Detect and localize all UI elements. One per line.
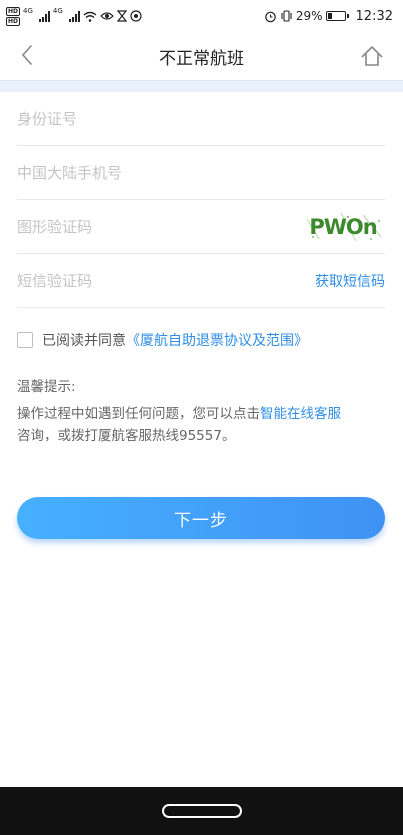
home-icon[interactable] [359,44,385,68]
get-sms-code-button[interactable]: 获取短信码 [315,271,385,291]
screen: HD HD 4G 4G 29% 12:32 不正常航班 身份证号 中国大陆手机号… [0,0,403,835]
clock: 12:32 [355,8,393,24]
back-arrow-icon[interactable] [16,40,40,70]
agreement-prefix: 已阅读并同意 [42,333,126,349]
status-right: 29% 12:32 [264,9,393,24]
captcha-row: 图形验证码 PWOn [17,200,385,254]
home-gesture-bar[interactable] [161,804,242,818]
tips-title: 温馨提示: [17,379,76,395]
hd-icon: HD HD [6,6,21,26]
tips-line2: 咨询，或拨打厦航客服热线95557。 [17,428,236,444]
vibrate-icon [281,10,292,22]
captcha-image[interactable]: PWOn [301,208,385,245]
sms-code-input[interactable]: 短信验证码 [17,270,92,291]
refund-form: 身份证号 中国大陆手机号 图形验证码 PWOn 短信验证码 获取短信码 [17,92,385,308]
next-button[interactable]: 下一步 [17,497,385,539]
page-title: 不正常航班 [159,48,244,69]
battery-percent: 29% [295,9,323,23]
agreement-checkbox[interactable] [17,332,33,348]
sms-code-row: 短信验证码 获取短信码 [17,254,385,308]
signal-icon-2 [68,10,80,22]
network-type-2: 4G [52,6,63,15]
phone-field[interactable]: 中国大陆手机号 [17,146,385,200]
nav-bar: 不正常航班 [0,32,403,80]
eye-icon [99,12,114,20]
id-number-placeholder: 身份证号 [17,110,78,128]
captcha-text: PWOn [309,215,376,239]
agreement-link[interactable]: 《厦航自助退票协议及范围》 [126,330,308,350]
signal-icon-1 [38,10,50,22]
online-service-link[interactable]: 智能在线客服 [260,406,341,422]
agreement-row: 已阅读并同意 《厦航自助退票协议及范围》 [17,330,308,350]
wifi-icon [83,11,97,22]
status-left: HD HD 4G 4G [6,6,142,26]
app-notification-icon [130,10,142,22]
captcha-input[interactable]: 图形验证码 [17,216,92,237]
alarm-icon [265,11,276,22]
nav-divider [0,80,403,92]
system-nav-bar [0,787,403,835]
network-type: 4G [23,6,33,15]
phone-placeholder: 中国大陆手机号 [17,164,123,182]
hourglass-icon [116,10,127,22]
tips-section: 温馨提示: 操作过程中如遇到任何问题，您可以点击智能在线客服 咨询，或拨打厦航客… [17,375,387,447]
status-bar: HD HD 4G 4G 29% 12:32 [0,0,403,32]
battery-icon [325,11,349,21]
tips-body: 操作过程中如遇到任何问题，您可以点击智能在线客服 咨询，或拨打厦航客服热线955… [17,403,387,447]
id-number-field[interactable]: 身份证号 [17,92,385,146]
tips-line1: 操作过程中如遇到任何问题，您可以点击 [17,406,260,422]
